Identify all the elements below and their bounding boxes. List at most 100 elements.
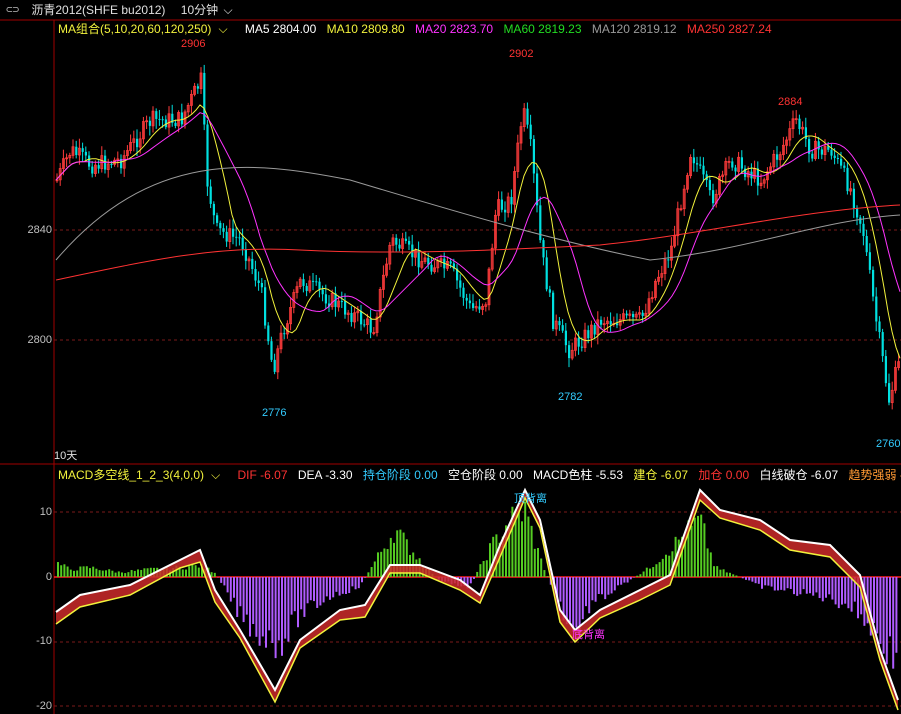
- candle-body: [324, 294, 327, 304]
- high-mark-label: 2902: [509, 48, 534, 60]
- high-mark-label: 2906: [181, 38, 206, 50]
- candle-body: [260, 282, 263, 288]
- candle-body: [510, 196, 513, 205]
- candle-body: [740, 157, 743, 169]
- candle-body: [318, 281, 321, 290]
- chart-canvas[interactable]: [0, 0, 901, 714]
- candle-body: [776, 154, 779, 160]
- candle-body: [616, 323, 619, 326]
- candle-body: [235, 236, 238, 238]
- top-divergence-label: 顶背离: [514, 493, 547, 505]
- macd-legend: MACD多空线_1_2_3(4,0,0) ⌵ DIF -6.07 DEA -3.3…: [58, 467, 901, 483]
- candle-body: [734, 167, 737, 172]
- candle-body: [500, 199, 503, 210]
- candle-body: [593, 325, 596, 335]
- candle-body: [340, 301, 343, 303]
- candle-body: [350, 313, 353, 322]
- dif-value: DIF -6.07: [237, 468, 288, 482]
- candle-body: [449, 261, 452, 264]
- macd-bar-value: MACD色柱 -5.53: [533, 468, 624, 482]
- candle-body: [878, 321, 881, 333]
- candle-body: [312, 280, 315, 282]
- candle-body: [872, 269, 875, 297]
- candle-body: [731, 161, 734, 168]
- candle-body: [180, 112, 183, 125]
- candle-body: [462, 287, 465, 298]
- ma10-line: [55, 104, 901, 359]
- chevron-down-icon: ⌵: [211, 468, 221, 482]
- white-line-break-value: 白线破仓 -6.07: [759, 468, 839, 482]
- candle-body: [222, 228, 225, 232]
- candle-body: [632, 314, 635, 318]
- candle-body: [625, 313, 628, 316]
- low-mark-label: 2776: [262, 407, 287, 419]
- candle-body: [254, 268, 257, 281]
- candle-body: [155, 111, 158, 119]
- candle-body: [843, 165, 846, 168]
- candle-body: [251, 258, 254, 269]
- candle-body: [852, 188, 855, 209]
- macd-indicator-selector[interactable]: MACD多空线_1_2_3(4,0,0) ⌵: [58, 468, 231, 482]
- candle-body: [692, 157, 695, 164]
- candle-body: [708, 180, 711, 191]
- candle-body: [811, 153, 814, 159]
- candle-body: [817, 141, 820, 150]
- macd-axis-label: 10: [39, 506, 52, 518]
- candle-body: [270, 341, 273, 360]
- candle-body: [865, 236, 868, 253]
- candle-body: [561, 325, 564, 331]
- candle-body: [209, 186, 212, 204]
- candle-body: [600, 319, 603, 325]
- bottom-divergence-label: 底背离: [572, 629, 605, 641]
- candle-body: [545, 257, 548, 290]
- candle-body: [468, 300, 471, 304]
- trend-strength-value: 趋势强弱 -3.3: [848, 468, 901, 482]
- candle-body: [360, 311, 363, 325]
- candle-body: [161, 119, 164, 121]
- candle-body: [609, 321, 612, 325]
- candle-body: [542, 240, 545, 258]
- ma-legend: MA组合(5,10,20,60,120,250) ⌵ MA5 2804.00 MA…: [58, 21, 779, 37]
- candle-body: [216, 215, 219, 223]
- candle-body: [315, 281, 318, 283]
- ma10-value: MA10 2809.80: [326, 22, 405, 36]
- candle-body: [81, 148, 84, 152]
- candle-body: [699, 164, 702, 166]
- candle-body: [868, 252, 871, 270]
- candle-body: [552, 292, 555, 329]
- candle-body: [75, 146, 78, 155]
- ma5-value: MA5 2804.00: [244, 22, 317, 36]
- candle-body: [884, 356, 887, 384]
- candle-body: [587, 330, 590, 339]
- candle-body: [238, 237, 241, 239]
- empty-stage-value: 空仓阶段 0.00: [447, 468, 523, 482]
- macd-axis-label: -10: [36, 635, 52, 647]
- macd-indicator-title: MACD多空线_1_2_3(4,0,0): [58, 468, 205, 482]
- candle-body: [478, 306, 481, 310]
- candle-body: [564, 330, 567, 346]
- candle-body: [84, 151, 87, 156]
- ma20-line: [55, 112, 901, 333]
- candle-body: [532, 139, 535, 174]
- candle-body: [404, 238, 407, 241]
- candle-body: [580, 346, 583, 348]
- candle-body: [174, 122, 177, 126]
- ma-indicator-title: MA组合(5,10,20,60,120,250): [58, 22, 212, 36]
- candle-body: [219, 222, 222, 229]
- candle-body: [302, 279, 305, 286]
- ma-indicator-selector[interactable]: MA组合(5,10,20,60,120,250) ⌵: [58, 22, 238, 36]
- candle-body: [196, 86, 199, 89]
- ma20-value: MA20 2823.70: [415, 22, 494, 36]
- candle-body: [558, 321, 561, 326]
- candle-body: [88, 155, 91, 167]
- candle-body: [363, 324, 366, 326]
- hold-stage-value: 持仓阶段 0.00: [362, 468, 438, 482]
- candle-body: [244, 249, 247, 261]
- candle-body: [526, 108, 529, 125]
- candle-body: [148, 120, 151, 126]
- candle-body: [702, 165, 705, 175]
- candle-body: [110, 163, 113, 165]
- candle-body: [529, 124, 532, 140]
- candle-body: [875, 296, 878, 322]
- candle-body: [888, 383, 891, 403]
